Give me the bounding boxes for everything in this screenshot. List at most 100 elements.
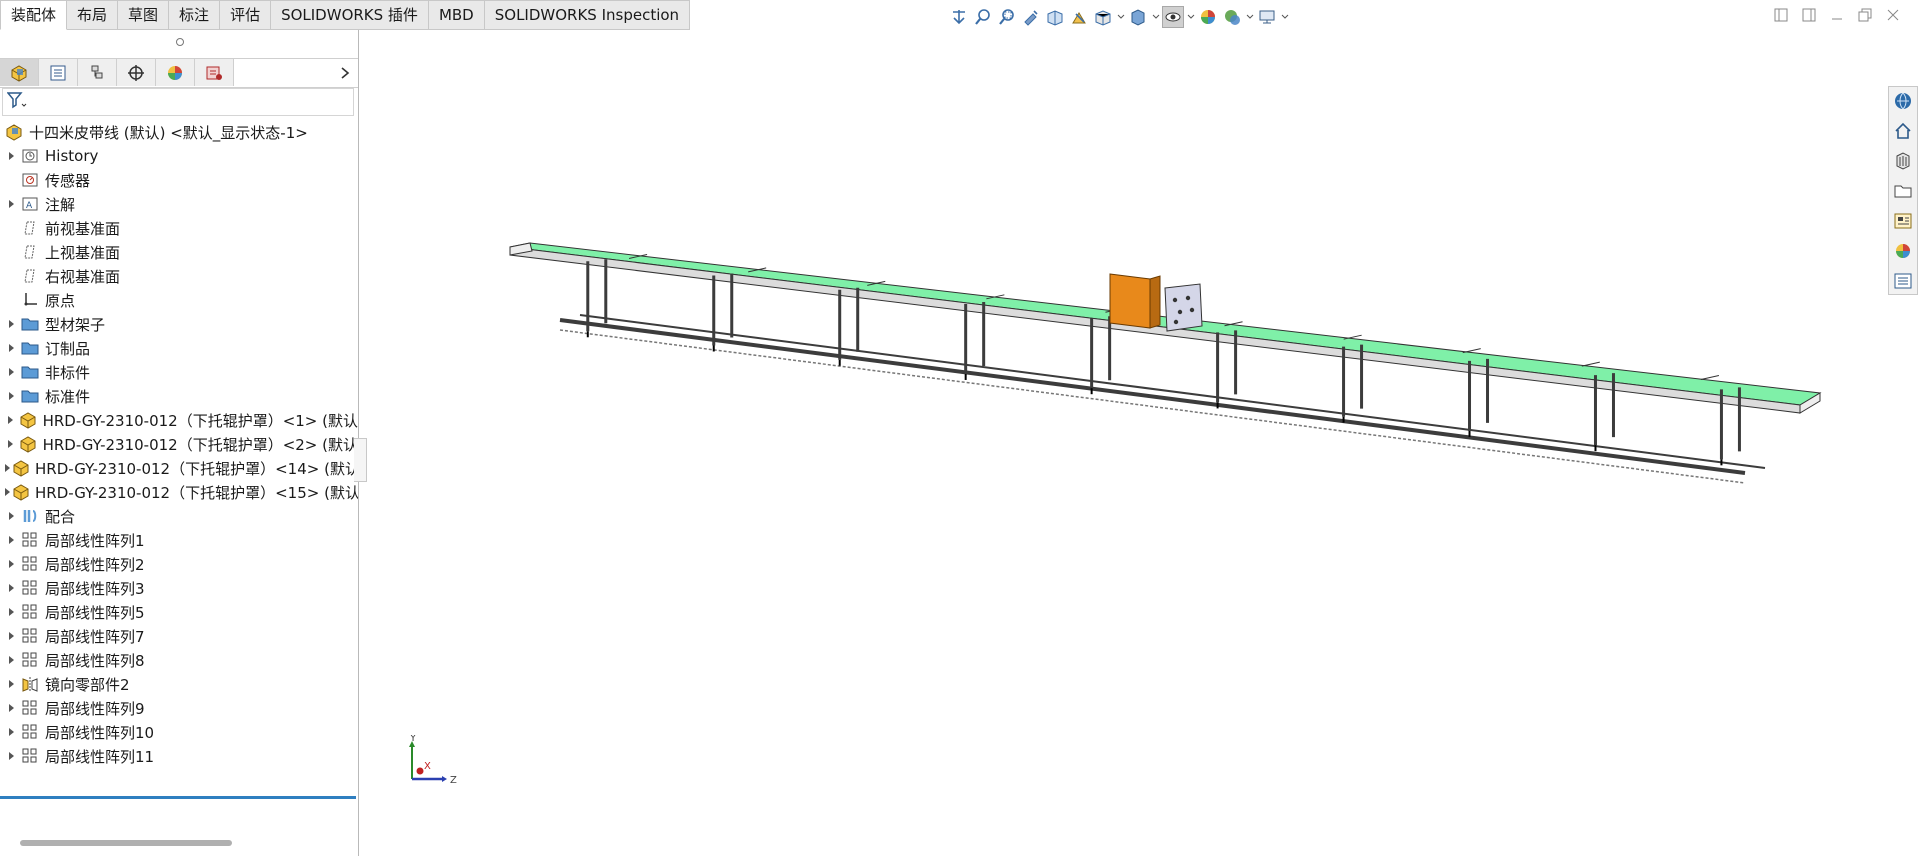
tree-item[interactable]: HRD-GY-2310-012（下托辊护罩）<2> (默认 [0,432,358,456]
display-settings-icon[interactable] [1256,6,1278,28]
expand-arrow-icon[interactable] [4,672,20,696]
expand-arrow-icon[interactable] [4,384,20,408]
tab-assembly[interactable]: 装配体 [0,0,68,30]
tree-item[interactable]: 局部线性阵列11 [0,744,358,768]
tree-item[interactable]: 局部线性阵列3 [0,576,358,600]
tree-item[interactable]: HRD-GY-2310-012（下托辊护罩）<1> (默认 [0,408,358,432]
propertymanager-icon[interactable] [39,59,78,86]
expand-arrow-icon[interactable] [4,360,20,384]
tree-item[interactable]: 局部线性阵列2 [0,552,358,576]
cam-icon[interactable] [195,59,234,86]
tree-item[interactable]: 前视基准面 [0,216,358,240]
tab-markup[interactable]: 标注 [169,0,221,30]
design-library-icon[interactable] [1889,147,1917,174]
tile-left-icon[interactable] [1772,6,1790,24]
panel-grip[interactable] [176,38,184,46]
expand-arrow-icon[interactable] [4,456,12,480]
tree-item[interactable]: 型材架子 [0,312,358,336]
expand-arrow-icon[interactable] [4,144,20,168]
solidworks-resources-icon[interactable] [1889,87,1917,114]
expand-arrow-icon[interactable] [4,696,20,720]
tab-mbd[interactable]: MBD [428,0,485,30]
tile-right-icon[interactable] [1800,6,1818,24]
view-settings-icon[interactable] [1092,6,1114,28]
tab-inspection[interactable]: SOLIDWORKS Inspection [484,0,691,30]
tree-item[interactable]: 配合 [0,504,358,528]
hide-show-icon[interactable] [1162,6,1184,28]
tree-item[interactable]: 局部线性阵列10 [0,720,358,744]
previous-view-icon[interactable] [1020,6,1042,28]
panel-splitter-handle[interactable] [354,438,367,482]
tree-item[interactable]: History [0,144,358,168]
tree-item[interactable]: 镜向零部件2 [0,672,358,696]
view-orientation-icon[interactable] [948,6,970,28]
tree-item[interactable]: 订制品 [0,336,358,360]
expand-arrow-icon[interactable] [4,600,20,624]
chevron-down-icon[interactable] [1116,6,1125,28]
tree-item[interactable]: 局部线性阵列8 [0,648,358,672]
zoom-to-fit-icon[interactable] [972,6,994,28]
tree-item-label: 局部线性阵列7 [45,627,145,646]
expand-arrow-icon[interactable] [4,480,12,504]
expand-arrow-icon[interactable] [4,720,20,744]
tab-addins[interactable]: SOLIDWORKS 插件 [271,0,429,30]
dimxpert-icon[interactable] [117,59,156,86]
expand-arrow-icon[interactable] [4,648,20,672]
appearances-icon[interactable] [1889,237,1917,264]
display-manager-icon[interactable] [156,59,195,86]
tree-item[interactable]: 非标件 [0,360,358,384]
expand-arrow-icon[interactable] [4,336,20,360]
expand-arrow-icon[interactable] [4,552,20,576]
apply-scene-icon[interactable] [1221,6,1243,28]
tab-sketch[interactable]: 草图 [118,0,170,30]
rollback-bar[interactable] [0,796,356,799]
file-explorer-icon[interactable] [1889,177,1917,204]
featuremanager-icon[interactable] [0,59,39,86]
chevron-down-icon[interactable] [1151,6,1160,28]
tab-evaluate[interactable]: 评估 [220,0,272,30]
chevron-right-icon[interactable] [336,63,354,83]
tree-item[interactable]: 局部线性阵列1 [0,528,358,552]
expand-arrow-icon[interactable] [4,312,20,336]
expand-arrow-icon[interactable] [4,192,20,216]
tree-filter[interactable] [2,88,354,116]
zoom-to-area-icon[interactable] [996,6,1018,28]
expand-arrow-icon[interactable] [4,576,20,600]
conveyor-model[interactable] [500,220,1840,520]
tree-item[interactable]: 标准件 [0,384,358,408]
expand-arrow-icon[interactable] [4,528,20,552]
tree-item[interactable]: 局部线性阵列5 [0,600,358,624]
tree-item[interactable]: A 注解 [0,192,358,216]
expand-arrow-icon[interactable] [4,624,20,648]
tree-item[interactable]: HRD-GY-2310-012（下托辊护罩）<14> (默认 [0,456,358,480]
custom-properties-icon[interactable] [1889,267,1917,294]
tree-item[interactable]: 原点 [0,288,358,312]
tree-root-assembly[interactable]: 十四米皮带线 (默认) <默认_显示状态-1> [0,120,358,144]
expand-arrow-icon[interactable] [4,408,19,432]
section-view-icon[interactable] [1044,6,1066,28]
tree-item[interactable]: 传感器 [0,168,358,192]
configurationmanager-icon[interactable] [78,59,117,86]
tree-item[interactable]: 局部线性阵列9 [0,696,358,720]
dynamic-annotation-icon[interactable] [1068,6,1090,28]
tree-item[interactable]: 局部线性阵列7 [0,624,358,648]
restore-icon[interactable] [1856,6,1874,24]
close-icon[interactable] [1884,6,1902,24]
chevron-down-icon[interactable] [1280,6,1289,28]
tree-item[interactable]: 右视基准面 [0,264,358,288]
pattern-icon [20,530,40,550]
display-style-icon[interactable] [1127,6,1149,28]
tree-item[interactable]: HRD-GY-2310-012（下托辊护罩）<15> (默认 [0,480,358,504]
home-icon[interactable] [1889,117,1917,144]
view-palette-icon[interactable] [1889,207,1917,234]
tree-item[interactable]: 上视基准面 [0,240,358,264]
expand-arrow-icon[interactable] [4,744,20,768]
chevron-down-icon[interactable] [1245,6,1254,28]
expand-arrow-icon[interactable] [4,432,19,456]
chevron-down-icon[interactable] [1186,6,1195,28]
minimize-icon[interactable] [1828,6,1846,24]
expand-arrow-icon[interactable] [4,504,20,528]
tab-layout[interactable]: 布局 [67,0,119,30]
edit-appearance-icon[interactable] [1197,6,1219,28]
horizontal-scrollbar[interactable] [20,840,232,846]
